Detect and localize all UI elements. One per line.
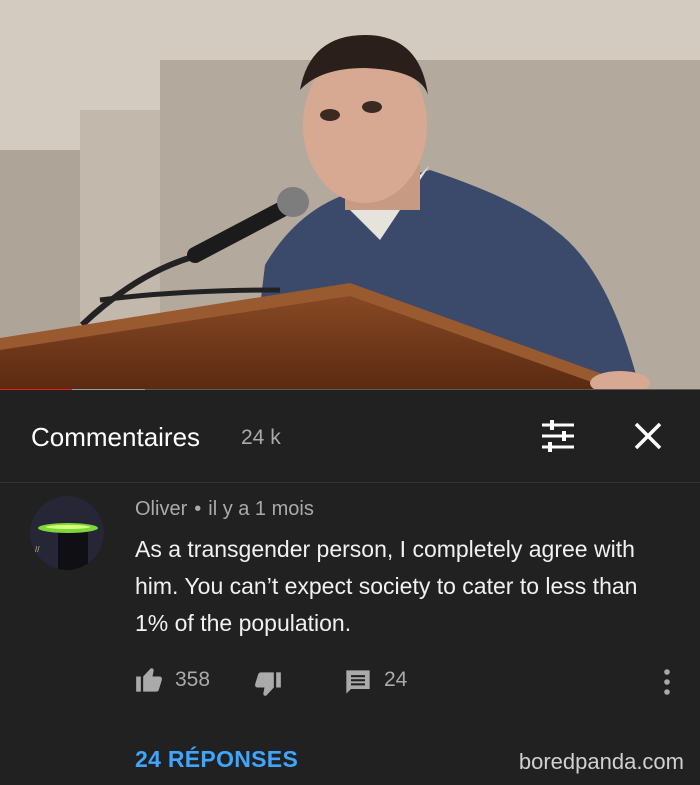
reply-count: 24 [384, 668, 408, 691]
watermark: boredpanda.com [518, 749, 684, 774]
comment-meta: Oliver • il y a 1 mois [135, 498, 314, 521]
sort-filter-icon[interactable] [540, 420, 576, 452]
video-progress-bar[interactable] [0, 389, 700, 390]
comment-actions: 358 24 [135, 666, 695, 698]
thumbs-up-icon[interactable] [135, 666, 163, 694]
reply-icon[interactable] [344, 668, 372, 696]
svg-text://: // [35, 545, 40, 554]
comments-count: 24 k [241, 426, 281, 449]
comment-item: // Oliver • il y a 1 mois As a transgender… [0, 483, 700, 785]
video-frame [0, 0, 700, 390]
avatar[interactable]: // [30, 496, 104, 570]
thumbs-down-icon[interactable] [254, 670, 282, 698]
progress-played [0, 389, 73, 390]
comment-text: As a transgender person, I completely ag… [135, 536, 638, 636]
meta-separator: • [194, 498, 202, 520]
comment-author[interactable]: Oliver [135, 498, 187, 520]
more-options-icon[interactable] [657, 668, 677, 696]
view-replies-button[interactable]: 24 RÉPONSES [135, 746, 298, 773]
close-icon[interactable] [630, 418, 666, 454]
comment-time: il y a 1 mois [208, 498, 314, 520]
video-player[interactable] [0, 0, 700, 390]
like-count: 358 [175, 668, 211, 691]
comments-header: Commentaires 24 k [0, 394, 700, 483]
comments-title: Commentaires [31, 422, 201, 452]
